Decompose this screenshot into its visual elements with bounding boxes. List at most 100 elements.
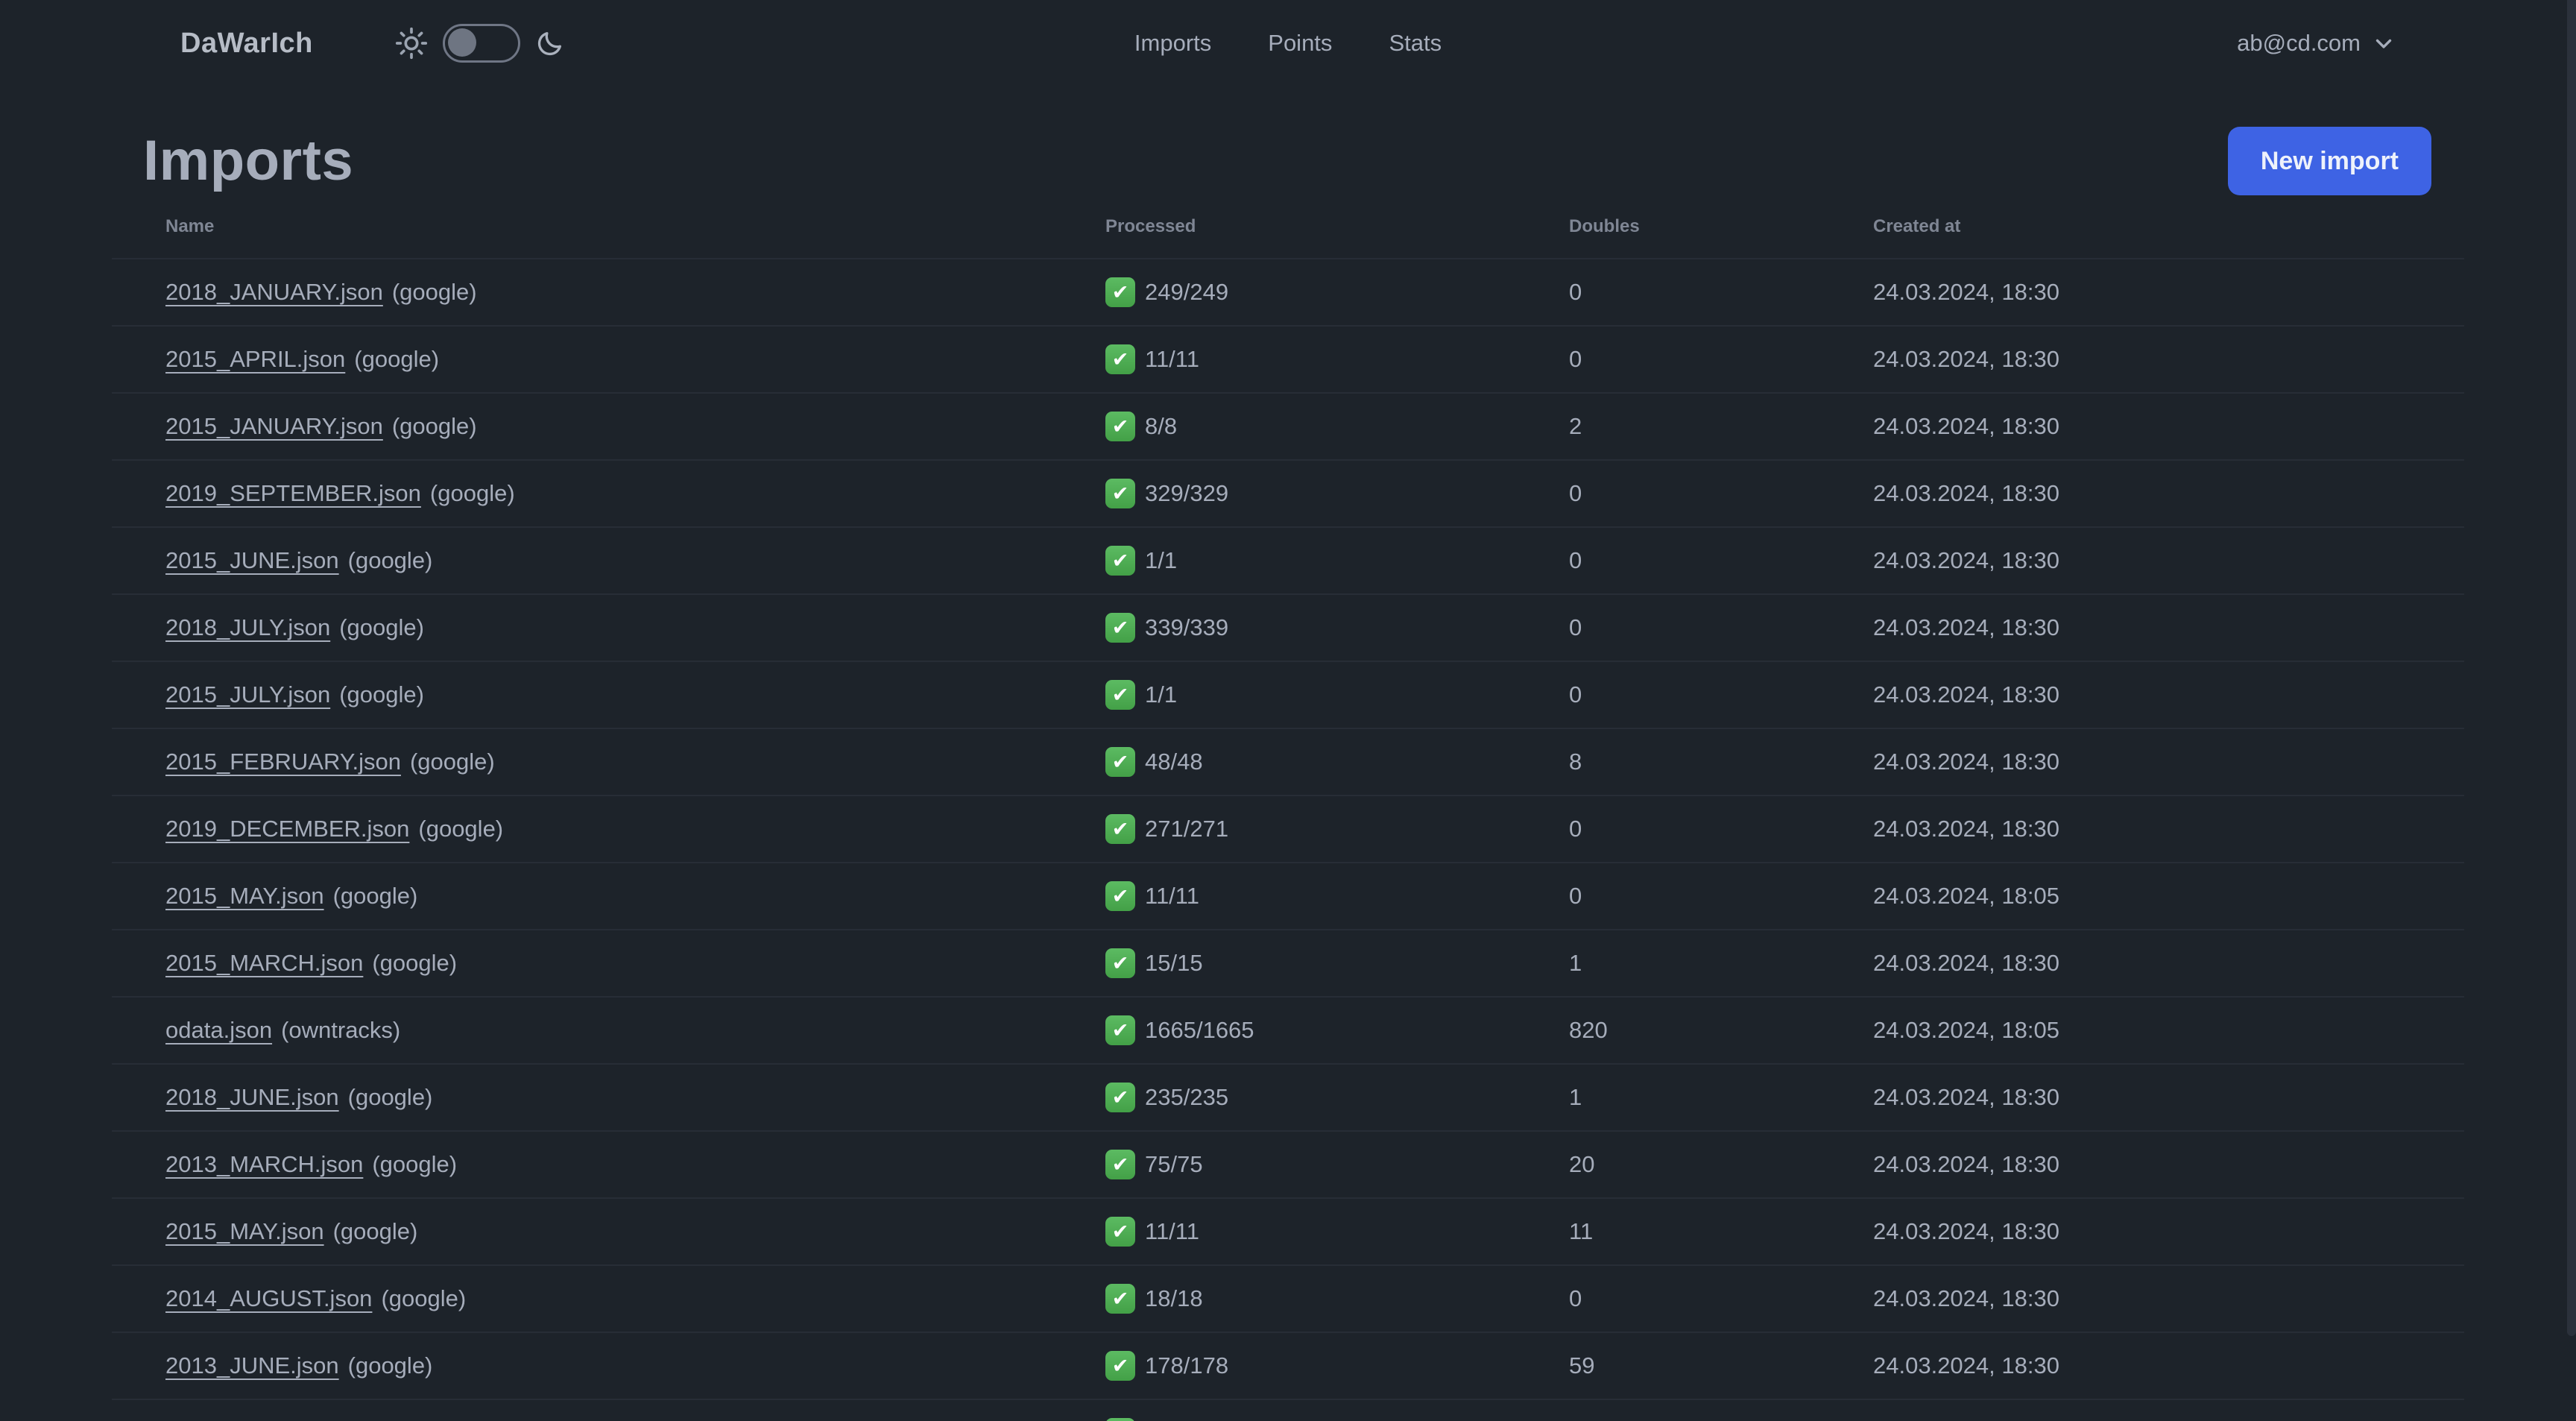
table-row: 2015_JUNE.json (google) ✔ 1/1 0 24.03.2024, 1…	[112, 528, 2464, 595]
processed-count: 11/11	[1145, 346, 1199, 372]
doubles-count: 8	[1569, 749, 1582, 775]
table-row: 2013_JUNE.json (google) ✔ 178/178 59 24.03.20…	[112, 1333, 2464, 1400]
processed-count: 48/48	[1145, 749, 1203, 775]
import-file-link[interactable]: 2014_AUGUST.json	[165, 1285, 372, 1312]
table-header-row: Name Processed Doubles Created at	[112, 195, 2464, 259]
user-menu[interactable]: ab@cd.com	[2237, 30, 2396, 57]
import-source: (google)	[391, 279, 477, 305]
import-file-link[interactable]: 2015_APRIL.json	[165, 346, 345, 373]
table-row: 2013_MARCH.json (google) ✔ 75/75 20 24.03.202…	[112, 1132, 2464, 1199]
user-email: ab@cd.com	[2237, 30, 2361, 56]
table-row: ✔	[112, 1400, 2464, 1421]
created-at: 24.03.2024, 18:30	[1873, 749, 2059, 775]
check-icon: ✔	[1105, 1015, 1135, 1045]
main-content: Imports New import Name Processed Double…	[0, 127, 2576, 1421]
table-body: 2018_JANUARY.json (google) ✔ 249/249 0 24.03.…	[112, 259, 2464, 1421]
table-row: 2018_JULY.json (google) ✔ 339/339 0 24.03.202…	[112, 595, 2464, 662]
app-logo[interactable]: DaWarIch	[180, 28, 313, 60]
doubles-count: 820	[1569, 1017, 1608, 1043]
doubles-count: 59	[1569, 1352, 1595, 1379]
processed-count: 249/249	[1145, 279, 1229, 305]
doubles-count: 0	[1569, 480, 1582, 506]
check-icon: ✔	[1105, 747, 1135, 777]
doubles-count: 0	[1569, 346, 1582, 372]
import-source: (owntracks)	[281, 1017, 401, 1043]
navbar: DaWarIch Imports Points Stats ab@cd.com	[0, 0, 2576, 86]
import-source: (google)	[347, 1352, 433, 1379]
nav-link-stats[interactable]: Stats	[1389, 30, 1442, 57]
column-header-processed: Processed	[1105, 216, 1196, 236]
main-nav: Imports Points Stats	[1134, 0, 1442, 86]
imports-table: Name Processed Doubles Created at 2018_J…	[112, 195, 2464, 1421]
doubles-count: 0	[1569, 279, 1582, 305]
check-icon: ✔	[1105, 546, 1135, 576]
table-row: 2015_APRIL.json (google) ✔ 11/11 0 24.03.2024…	[112, 327, 2464, 394]
check-icon: ✔	[1105, 1083, 1135, 1112]
check-icon: ✔	[1105, 948, 1135, 978]
doubles-count: 2	[1569, 413, 1582, 439]
table-row: odata.json (owntracks) ✔ 1665/1665 820 24.03.…	[112, 998, 2464, 1065]
vertical-scrollbar[interactable]	[2567, 0, 2576, 1336]
import-file-link[interactable]: 2018_JANUARY.json	[165, 279, 383, 306]
created-at: 24.03.2024, 18:30	[1873, 1084, 2059, 1110]
import-file-link[interactable]: 2015_MAY.json	[165, 1218, 324, 1245]
nav-link-points[interactable]: Points	[1268, 30, 1332, 57]
doubles-count: 20	[1569, 1151, 1595, 1177]
table-row: 2019_SEPTEMBER.json (google) ✔ 329/329 0 24.0…	[112, 461, 2464, 528]
table-row: 2019_DECEMBER.json (google) ✔ 271/271 0 24.03…	[112, 796, 2464, 863]
processed-count: 1/1	[1145, 547, 1178, 573]
toggle-knob	[447, 28, 476, 57]
import-source: (google)	[409, 749, 495, 775]
import-file-link[interactable]: 2015_JUNE.json	[165, 547, 339, 574]
sun-icon	[395, 27, 427, 60]
theme-toggle-group	[395, 24, 565, 63]
processed-count: 11/11	[1145, 883, 1199, 909]
import-source: (google)	[347, 547, 433, 573]
import-file-link[interactable]: 2018_JUNE.json	[165, 1084, 339, 1111]
created-at: 24.03.2024, 18:30	[1873, 1352, 2059, 1379]
created-at: 24.03.2024, 18:30	[1873, 816, 2059, 842]
created-at: 24.03.2024, 18:30	[1873, 547, 2059, 573]
import-file-link[interactable]: 2013_JUNE.json	[165, 1352, 339, 1379]
created-at: 24.03.2024, 18:30	[1873, 1218, 2059, 1244]
table-row: 2015_MAY.json (google) ✔ 11/11 0 24.03.2024, …	[112, 863, 2464, 930]
theme-toggle[interactable]	[442, 24, 520, 63]
processed-count: 1/1	[1145, 681, 1178, 708]
check-icon: ✔	[1105, 1217, 1135, 1247]
check-icon: ✔	[1105, 613, 1135, 643]
check-icon: ✔	[1105, 1418, 1135, 1421]
import-source: (google)	[332, 1218, 418, 1244]
check-icon: ✔	[1105, 1284, 1135, 1314]
import-file-link[interactable]: odata.json	[165, 1017, 272, 1044]
import-file-link[interactable]: 2019_DECEMBER.json	[165, 816, 409, 842]
import-file-link[interactable]: 2015_JANUARY.json	[165, 413, 383, 440]
nav-link-imports[interactable]: Imports	[1134, 30, 1211, 57]
import-source: (google)	[372, 1151, 458, 1177]
import-file-link[interactable]: 2019_SEPTEMBER.json	[165, 480, 421, 507]
created-at: 24.03.2024, 18:30	[1873, 681, 2059, 708]
check-icon: ✔	[1105, 881, 1135, 911]
processed-count: 235/235	[1145, 1084, 1229, 1110]
table-row: 2018_JANUARY.json (google) ✔ 249/249 0 24.03.…	[112, 259, 2464, 327]
created-at: 24.03.2024, 18:30	[1873, 614, 2059, 640]
new-import-button[interactable]: New import	[2227, 127, 2431, 195]
import-file-link[interactable]: 2018_JULY.json	[165, 614, 330, 641]
table-row: 2015_FEBRUARY.json (google) ✔ 48/48 8 24.03.2…	[112, 729, 2464, 796]
import-file-link[interactable]: 2015_MAY.json	[165, 883, 324, 910]
check-icon: ✔	[1105, 1351, 1135, 1381]
import-source: (google)	[354, 346, 440, 372]
import-file-link[interactable]: 2015_MARCH.json	[165, 950, 363, 977]
import-file-link[interactable]: 2015_FEBRUARY.json	[165, 749, 401, 775]
import-source: (google)	[381, 1285, 467, 1311]
created-at: 24.03.2024, 18:05	[1873, 1017, 2059, 1043]
processed-count: 11/11	[1145, 1218, 1199, 1244]
processed-count: 178/178	[1145, 1352, 1229, 1379]
import-file-link[interactable]: 2015_JULY.json	[165, 681, 330, 708]
column-header-created-at: Created at	[1873, 216, 1961, 236]
moon-icon	[537, 32, 561, 56]
import-file-link[interactable]: 2013_MARCH.json	[165, 1151, 363, 1178]
doubles-count: 0	[1569, 547, 1582, 573]
check-icon: ✔	[1105, 814, 1135, 844]
doubles-count: 1	[1569, 950, 1582, 976]
check-icon: ✔	[1105, 479, 1135, 508]
